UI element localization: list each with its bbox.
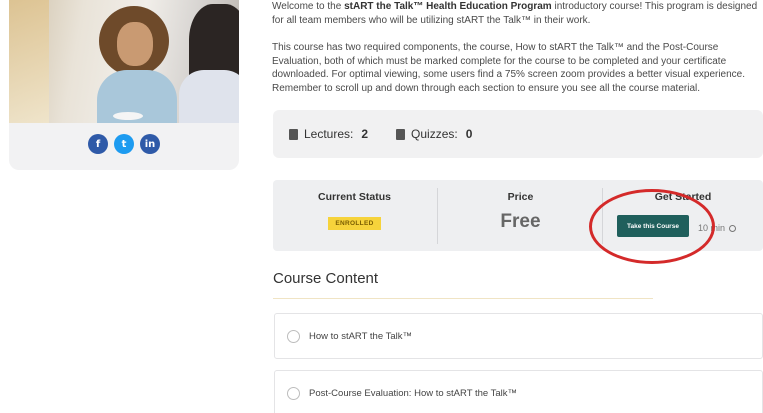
course-content-heading: Course Content <box>273 270 379 287</box>
intro-paragraph-1: Welcome to the stART the Talk™ Health Ed… <box>272 1 758 26</box>
lesson-item[interactable]: How to stART the Talk™ <box>274 313 763 359</box>
lesson-status-radio <box>287 386 300 400</box>
lesson-title: How to stART the Talk™ <box>309 330 412 342</box>
enrollment-panel: Current Status ENROLLED Price Free Get S… <box>273 180 763 251</box>
heading-underline <box>273 298 653 299</box>
price-label: Price <box>507 191 534 203</box>
course-stats: Lectures: 2 Quizzes: 0 <box>273 110 763 158</box>
clock-icon <box>729 225 737 233</box>
course-photo <box>9 0 239 123</box>
current-status-label: Current Status <box>318 191 391 203</box>
price-column: Price Free <box>438 180 603 251</box>
twitter-icon[interactable]: t <box>114 134 134 154</box>
price-value: Free <box>500 211 541 232</box>
get-started-label: Get Started <box>654 191 712 203</box>
current-status-column: Current Status ENROLLED <box>273 180 436 251</box>
social-share-bar: f t in <box>9 134 239 154</box>
course-description: Welcome to the stART the Talk™ Health Ed… <box>272 0 762 109</box>
lectures-stat: Lectures: 2 <box>289 127 368 141</box>
lesson-item[interactable]: Post-Course Evaluation: How to stART the… <box>274 370 763 413</box>
lesson-status-radio <box>287 329 300 343</box>
intro-paragraph-2: This course has two required components,… <box>272 42 746 94</box>
quiz-icon <box>396 128 406 140</box>
book-icon <box>289 128 298 140</box>
status-badge: ENROLLED <box>328 217 381 230</box>
course-image-card: f t in <box>9 0 239 170</box>
linkedin-icon[interactable]: in <box>140 134 160 154</box>
duration-info: 10 min <box>698 223 737 233</box>
quizzes-stat: Quizzes: 0 <box>396 127 472 141</box>
lesson-title: Post-Course Evaluation: How to stART the… <box>309 387 518 399</box>
take-course-button[interactable]: Take this Course <box>617 215 689 237</box>
facebook-icon[interactable]: f <box>88 134 108 154</box>
